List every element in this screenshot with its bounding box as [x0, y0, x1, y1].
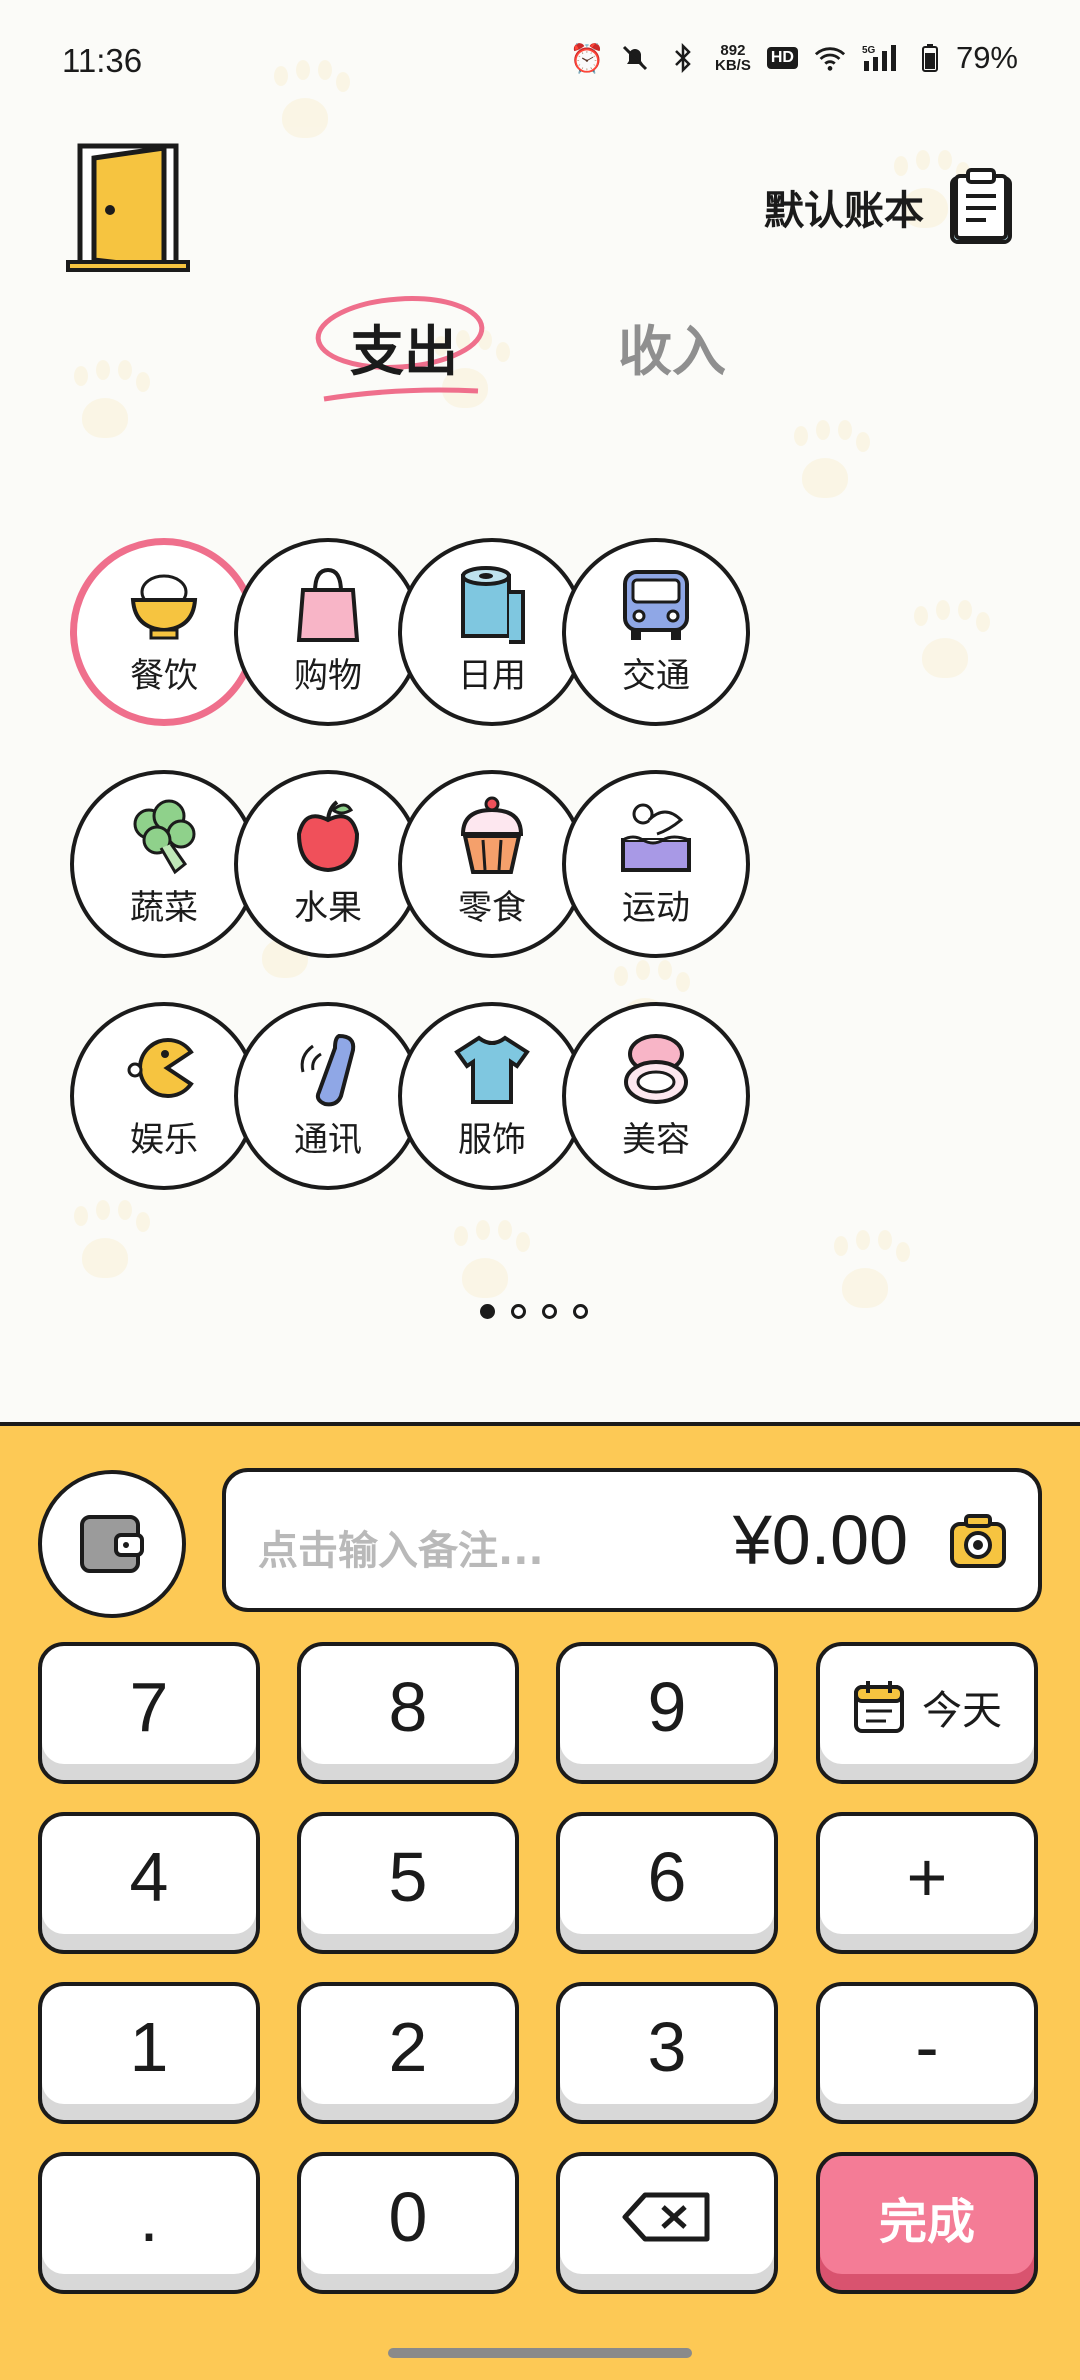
pacman-icon: [127, 1037, 194, 1098]
calendar-icon: [854, 1681, 904, 1733]
category-clothing[interactable]: 服饰: [398, 1002, 586, 1190]
category-daily[interactable]: 日用: [398, 538, 586, 726]
category-dining[interactable]: 餐饮: [70, 538, 258, 726]
category-label: 运动: [622, 887, 690, 928]
backspace-button[interactable]: [556, 2152, 778, 2294]
key-0[interactable]: 0: [297, 2152, 519, 2294]
page-dot[interactable]: [573, 1304, 588, 1319]
note-placeholder: 点击输入备注...: [258, 1528, 544, 1574]
keypad-panel: 点击输入备注... ¥0.00 7 8 9 今天 4 5 6 + 1 2 3 -…: [0, 1422, 1080, 2380]
page-dot[interactable]: [542, 1304, 557, 1319]
category-entertainment[interactable]: 娱乐: [70, 1002, 258, 1190]
tshirt-icon: [454, 1035, 530, 1104]
key-6[interactable]: 6: [556, 1812, 778, 1954]
network-speed: 892 KB/S: [715, 42, 751, 74]
category-label: 通讯: [294, 1119, 362, 1160]
type-tabs: 支出 收入: [0, 295, 1080, 415]
broccoli-icon: [133, 799, 196, 874]
note-input[interactable]: 点击输入备注... ¥0.00: [222, 1468, 1042, 1612]
category-transport[interactable]: 交通: [562, 538, 750, 726]
key-4[interactable]: 4: [38, 1812, 260, 1954]
exit-door-icon[interactable]: [64, 138, 194, 278]
backspace-icon: [622, 2192, 710, 2242]
key-8[interactable]: 8: [297, 1642, 519, 1784]
wifi-icon: [814, 42, 846, 74]
toilet-paper-icon: [461, 565, 525, 644]
hd-badge: HD: [766, 47, 798, 69]
account-book-switch[interactable]: 默认账本: [764, 168, 1016, 246]
clipboard-icon: [950, 168, 1012, 244]
done-button[interactable]: 完成: [816, 2152, 1038, 2294]
category-label: 服饰: [458, 1119, 526, 1160]
phone-icon: [300, 1033, 356, 1106]
bluetooth-icon: [667, 42, 699, 74]
category-sports[interactable]: 运动: [562, 770, 750, 958]
svg-text:5G: 5G: [862, 45, 876, 56]
key-minus[interactable]: -: [816, 1982, 1038, 2124]
category-vegetables[interactable]: 蔬菜: [70, 770, 258, 958]
category-label: 美容: [622, 1119, 690, 1160]
account-book-label: 默认账本: [764, 188, 924, 234]
category-label: 日用: [458, 655, 526, 696]
wallet-icon: [80, 1515, 144, 1573]
swimmer-icon: [621, 803, 691, 872]
shopping-bag-icon: [296, 567, 360, 642]
page-dot[interactable]: [480, 1304, 495, 1319]
key-2[interactable]: 2: [297, 1982, 519, 2124]
silent-bell-icon: [619, 42, 651, 74]
key-plus[interactable]: +: [816, 1812, 1038, 1954]
cell-signal-icon: 5G: [862, 42, 904, 74]
page-indicator: [480, 1304, 588, 1319]
category-label: 水果: [294, 887, 362, 928]
amount-display: ¥0.00: [732, 1501, 908, 1579]
alarm-icon: ⏰: [569, 42, 605, 74]
category-label: 交通: [622, 655, 690, 696]
battery-icon: [920, 42, 940, 74]
category-fruit[interactable]: 水果: [234, 770, 422, 958]
category-beauty[interactable]: 美容: [562, 1002, 750, 1190]
rice-bowl-icon: [130, 574, 198, 639]
tab-expense[interactable]: 支出: [350, 307, 458, 386]
category-label: 零食: [458, 887, 526, 928]
key-7[interactable]: 7: [38, 1642, 260, 1784]
category-label: 餐饮: [130, 655, 198, 696]
key-3[interactable]: 3: [556, 1982, 778, 2124]
date-button[interactable]: 今天: [816, 1642, 1038, 1784]
compact-mirror-icon: [624, 1033, 688, 1104]
wallet-button[interactable]: [38, 1470, 186, 1618]
key-dot[interactable]: .: [38, 2152, 260, 2294]
category-label: 娱乐: [130, 1119, 198, 1160]
apple-icon: [296, 799, 360, 872]
cupcake-icon: [460, 796, 524, 874]
bus-icon: [623, 569, 689, 640]
camera-icon[interactable]: [946, 1510, 1010, 1574]
category-label: 蔬菜: [130, 887, 198, 928]
category-label: 购物: [294, 655, 362, 696]
date-label: 今天: [922, 1688, 1002, 1734]
category-communication[interactable]: 通讯: [234, 1002, 422, 1190]
category-shopping[interactable]: 购物: [234, 538, 422, 726]
key-9[interactable]: 9: [556, 1642, 778, 1784]
tab-income[interactable]: 收入: [618, 307, 726, 386]
category-snacks[interactable]: 零食: [398, 770, 586, 958]
home-indicator[interactable]: [388, 2348, 692, 2358]
key-1[interactable]: 1: [38, 1982, 260, 2124]
key-5[interactable]: 5: [297, 1812, 519, 1954]
status-time: 11:36: [62, 42, 143, 79]
page-dot[interactable]: [511, 1304, 526, 1319]
status-bar: 11:36 ⏰ 892 KB/S HD 5G 79%: [0, 0, 1080, 130]
battery-percent: 79%: [955, 40, 1018, 75]
